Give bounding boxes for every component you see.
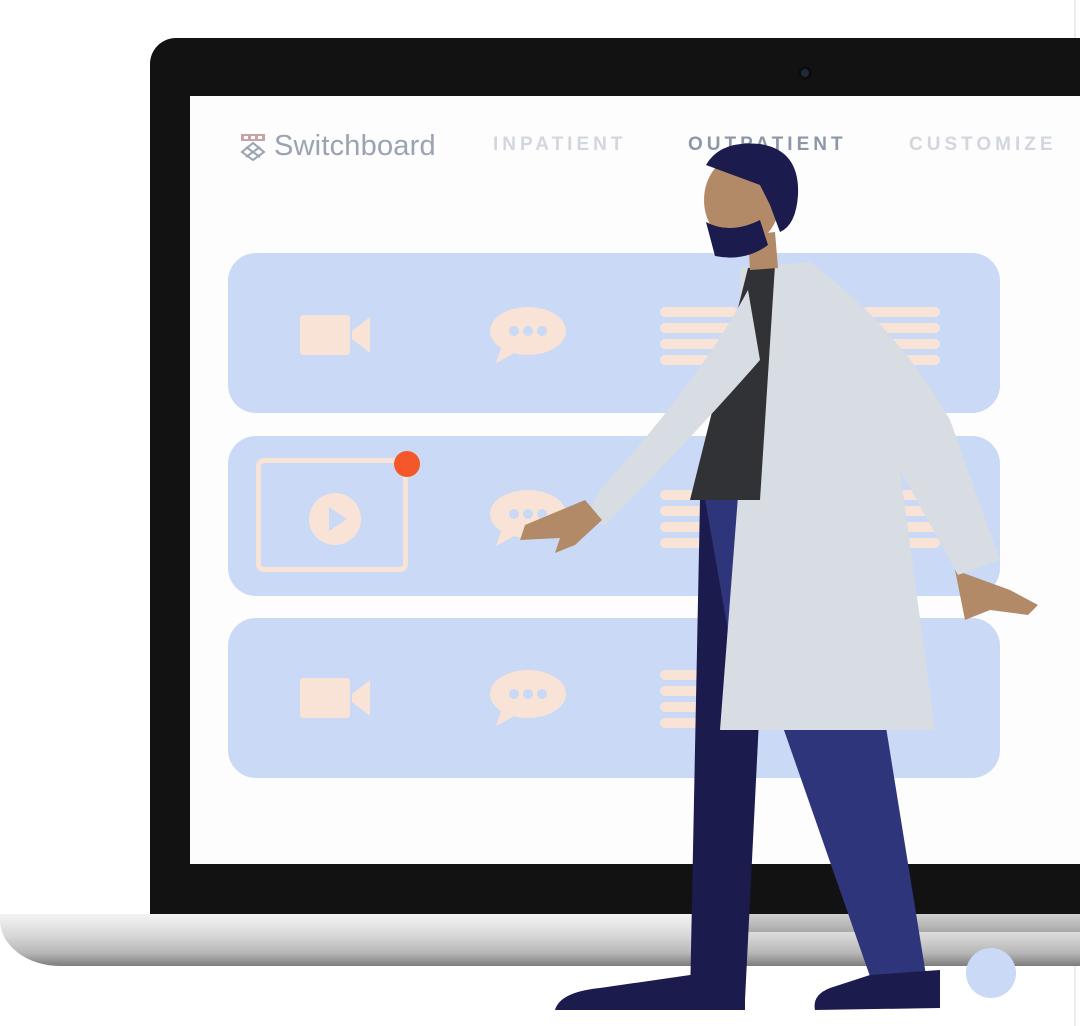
- chat-bubble-icon[interactable]: [488, 488, 568, 548]
- video-player-frame[interactable]: [256, 458, 408, 572]
- video-camera-icon[interactable]: [300, 313, 372, 357]
- notification-dot: [394, 451, 420, 477]
- card-row-2[interactable]: [228, 436, 1000, 596]
- brand-logo[interactable]: Switchboard: [240, 130, 436, 163]
- university-shield-icon: [240, 133, 266, 161]
- laptop-screen: Switchboard INPATIENT OUTPATIENT CUSTOMI…: [190, 96, 1080, 864]
- laptop-trackpad-notch: [700, 914, 1080, 932]
- list-icon[interactable]: [660, 668, 738, 728]
- decorative-dot: [966, 948, 1016, 998]
- play-video-icon[interactable]: [309, 493, 361, 550]
- list-icon-secondary[interactable]: [862, 488, 940, 548]
- list-icon[interactable]: [660, 305, 738, 365]
- chat-bubble-icon[interactable]: [488, 305, 568, 365]
- video-camera-icon[interactable]: [300, 676, 372, 720]
- webcam-icon: [798, 66, 812, 80]
- brand-name: Switchboard: [274, 130, 436, 162]
- list-icon-secondary[interactable]: [862, 305, 940, 365]
- nav-outpatient[interactable]: OUTPATIENT: [688, 134, 847, 156]
- nav-inpatient[interactable]: INPATIENT: [493, 134, 626, 156]
- chat-bubble-icon[interactable]: [488, 668, 568, 728]
- card-row-3[interactable]: [228, 618, 1000, 778]
- nav-customize[interactable]: CUSTOMIZE: [909, 134, 1057, 156]
- list-icon[interactable]: [660, 488, 738, 548]
- doctor-back-shoe: [814, 970, 940, 1010]
- card-row-1[interactable]: [228, 253, 1000, 413]
- doctor-front-shoe: [555, 972, 745, 1010]
